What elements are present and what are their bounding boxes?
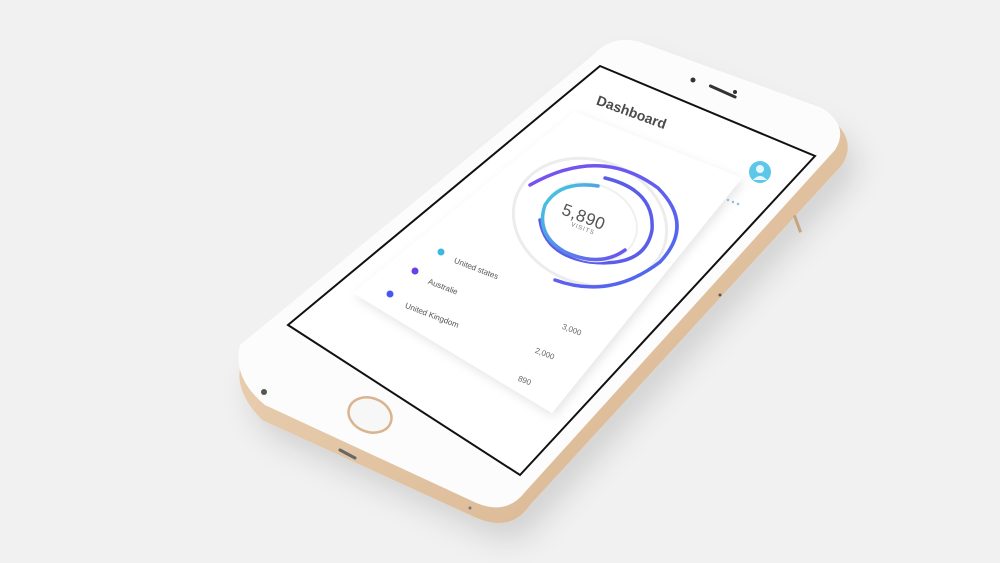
legend-dot-united-kingdom [386, 290, 394, 298]
phone-mockup-scene: Dashboard 5,890 VISITS United states Aus… [0, 0, 1000, 563]
user-icon [756, 165, 764, 173]
phone-device [238, 39, 848, 524]
mute-switch[interactable] [718, 293, 722, 297]
lightning-port [468, 506, 472, 510]
front-camera [690, 77, 696, 83]
sensor-dot [733, 90, 737, 94]
legend-dot-united-states [437, 248, 445, 256]
headphone-jack [261, 389, 267, 395]
legend-dot-australie [411, 267, 419, 275]
volume-button[interactable] [792, 214, 802, 233]
